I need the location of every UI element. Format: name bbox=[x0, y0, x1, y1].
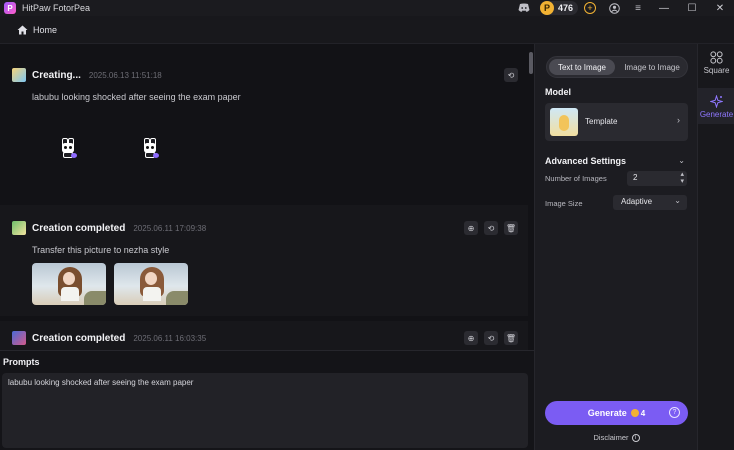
discord-icon[interactable] bbox=[517, 1, 531, 15]
rail-label: Square bbox=[703, 66, 730, 75]
avatar bbox=[12, 68, 26, 82]
side-rail: Square Generate bbox=[697, 44, 734, 450]
close-button[interactable]: ✕ bbox=[706, 0, 734, 16]
prompts-panel: Prompts labubu looking shocked after see… bbox=[0, 350, 534, 450]
credits-count: 476 bbox=[557, 3, 573, 13]
prompt-input[interactable]: labubu looking shocked after seeing the … bbox=[2, 373, 528, 448]
rail-item-square[interactable]: Square bbox=[698, 50, 734, 75]
stepper-arrows-icon[interactable]: ▴ ▾ bbox=[680, 171, 684, 185]
maximize-button[interactable]: ☐ bbox=[678, 0, 706, 16]
number-of-images-stepper[interactable]: 2 ▴ ▾ bbox=[627, 171, 687, 186]
coin-icon bbox=[630, 409, 639, 417]
title-bar-controls: P 476 + ≡ — ☐ ✕ bbox=[512, 0, 734, 16]
labubu-loading-icon bbox=[60, 138, 77, 158]
result-image[interactable] bbox=[114, 263, 188, 305]
card-prompt: Transfer this picture to nezha style bbox=[32, 245, 170, 255]
image-size-value: Adaptive bbox=[621, 197, 653, 206]
card-status: Creation completed bbox=[32, 222, 126, 234]
regenerate-icon[interactable]: ⟲ bbox=[484, 331, 498, 345]
labubu-loading-icon bbox=[142, 138, 159, 158]
creation-card: Creation completed 2025.06.11 17:09:38 ⊕… bbox=[0, 205, 528, 316]
card-header: Creation completed 2025.06.11 16:03:35 bbox=[12, 331, 206, 345]
user-icon[interactable] bbox=[607, 1, 621, 15]
home-link[interactable]: Home bbox=[33, 25, 57, 35]
menu-icon[interactable]: ≡ bbox=[631, 1, 645, 15]
card-timestamp: 2025.06.11 17:09:38 bbox=[133, 223, 207, 233]
tab-text-to-image[interactable]: Text to Image bbox=[549, 59, 615, 75]
card-timestamp: 2025.06.11 16:03:35 bbox=[133, 333, 207, 343]
model-thumbnail bbox=[550, 108, 578, 136]
sparkle-icon bbox=[710, 94, 723, 108]
avatar bbox=[12, 221, 26, 235]
rail-label: Generate bbox=[699, 110, 734, 119]
advanced-settings-title[interactable]: Advanced Settings bbox=[545, 156, 626, 166]
rail-item-generate[interactable]: Generate bbox=[698, 94, 734, 119]
chevron-down-icon: ⌄ bbox=[674, 196, 681, 205]
help-icon[interactable]: ? bbox=[669, 407, 680, 418]
card-header: Creating... 2025.06.13 11:51:18 bbox=[12, 68, 162, 82]
home-icon[interactable] bbox=[16, 24, 28, 36]
settings-panel: Text to Image Image to Image Model Templ… bbox=[534, 44, 697, 450]
card-prompt: labubu looking shocked after seeing the … bbox=[32, 92, 241, 102]
chevron-down-icon[interactable]: ⌄ bbox=[678, 156, 685, 165]
model-selector[interactable]: Template › bbox=[545, 103, 688, 141]
square-grid-icon bbox=[710, 50, 723, 64]
generate-label: Generate bbox=[587, 408, 627, 418]
regenerate-icon[interactable]: ⟲ bbox=[504, 68, 518, 82]
disclaimer-link[interactable]: Disclaimer i bbox=[535, 433, 698, 442]
model-label: Template bbox=[585, 117, 618, 126]
minimize-button[interactable]: — bbox=[650, 0, 678, 16]
generating-image-placeholder[interactable] bbox=[114, 114, 186, 188]
regenerate-icon[interactable]: ⟲ bbox=[484, 221, 498, 235]
feed-scrollbar[interactable] bbox=[529, 52, 533, 74]
app-logo-icon: P bbox=[4, 2, 16, 14]
card-status: Creation completed bbox=[32, 332, 126, 344]
tab-image-to-image[interactable]: Image to Image bbox=[619, 59, 685, 75]
nav-bar: Home bbox=[0, 16, 734, 44]
add-credits-icon[interactable]: + bbox=[584, 2, 596, 14]
title-bar: P HitPaw FotorPea P 476 + ≡ — ☐ ✕ bbox=[0, 0, 734, 16]
coin-icon: P bbox=[539, 1, 554, 15]
delete-icon[interactable]: 🗑 bbox=[504, 331, 518, 345]
number-of-images-value: 2 bbox=[633, 173, 638, 182]
prompts-title: Prompts bbox=[3, 357, 40, 367]
disclaimer-label: Disclaimer bbox=[593, 433, 629, 442]
model-title: Model bbox=[545, 87, 571, 97]
info-icon: i bbox=[631, 433, 640, 442]
card-header: Creation completed 2025.06.11 17:09:38 bbox=[12, 221, 206, 235]
card-actions: ⟲ bbox=[498, 68, 518, 82]
result-image[interactable] bbox=[32, 263, 106, 305]
avatar bbox=[12, 331, 26, 345]
mode-toggle: Text to Image Image to Image bbox=[546, 56, 688, 78]
creation-feed: Creating... 2025.06.13 11:51:18 ⟲ labubu… bbox=[0, 44, 534, 350]
card-timestamp: 2025.06.13 11:51:18 bbox=[88, 70, 162, 80]
image-size-label: Image Size bbox=[545, 199, 583, 208]
number-of-images-label: Number of Images bbox=[545, 174, 607, 183]
generating-image-placeholder[interactable] bbox=[32, 114, 104, 188]
creation-card: Creation completed 2025.06.11 16:03:35 ⊕… bbox=[0, 321, 528, 350]
prompt-text: labubu looking shocked after seeing the … bbox=[8, 378, 194, 387]
chevron-right-icon: › bbox=[677, 115, 680, 125]
generate-cost: 4 bbox=[640, 408, 646, 418]
zoom-icon[interactable]: ⊕ bbox=[464, 221, 478, 235]
card-actions: ⊕ ⟲ 🗑 bbox=[458, 221, 518, 235]
card-actions: ⊕ ⟲ 🗑 bbox=[458, 331, 518, 345]
credits-badge[interactable]: P 476 bbox=[539, 1, 578, 15]
image-size-select[interactable]: Adaptive ⌄ bbox=[613, 195, 687, 210]
delete-icon[interactable]: 🗑 bbox=[504, 221, 518, 235]
generate-button[interactable]: Generate 4 ? bbox=[545, 401, 688, 425]
app-title: HitPaw FotorPea bbox=[22, 3, 91, 13]
zoom-icon[interactable]: ⊕ bbox=[464, 331, 478, 345]
creation-card: Creating... 2025.06.13 11:51:18 ⟲ labubu… bbox=[0, 44, 528, 200]
card-status: Creating... bbox=[32, 69, 81, 81]
